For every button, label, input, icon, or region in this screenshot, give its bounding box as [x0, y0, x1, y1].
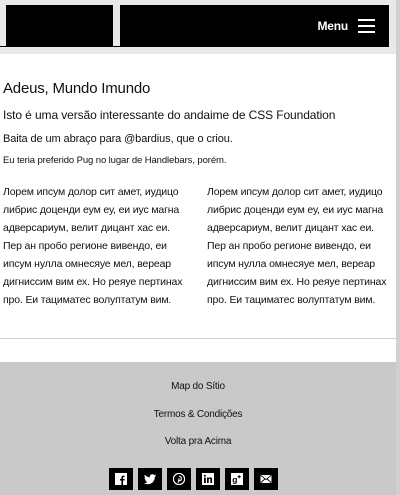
text-columns: Лорем ипсум долор сит амет, иудицо либри… [3, 183, 393, 309]
hamburger-icon [358, 19, 375, 33]
menu-toggle-button[interactable]: Menu [317, 5, 375, 47]
scrollbar[interactable] [396, 0, 400, 495]
footer-links: Map do Sítio Termos & Condições Volta pr… [0, 380, 396, 449]
nav-bar: Menu [120, 5, 389, 47]
footer-link-terms[interactable]: Termos & Condições [154, 409, 243, 420]
page-title: Adeus, Mundo Imundo [3, 80, 151, 97]
footer-link-back-to-top[interactable]: Volta pra Acima [165, 436, 232, 447]
menu-label: Menu [317, 19, 348, 33]
note-text: Eu teria preferido Pug no lugar de Handl… [3, 155, 227, 166]
text-column-right: Лорем ипсум долор сит амет, иудицо либри… [207, 186, 387, 306]
pinterest-icon[interactable] [167, 468, 191, 490]
email-icon[interactable] [254, 468, 278, 490]
text-column-left: Лорем ипсум долор сит амет, иудицо либри… [3, 186, 183, 306]
google-plus-icon[interactable]: g [225, 468, 249, 490]
section-divider [0, 338, 396, 339]
svg-text:g: g [232, 475, 237, 485]
credit-text: Baita de um abraço para @bardius, que o … [3, 133, 233, 145]
site-logo[interactable] [6, 5, 113, 47]
logo-underline [0, 46, 120, 47]
facebook-icon[interactable] [109, 468, 133, 490]
top-bar: Menu [0, 0, 400, 54]
lead-text: Isto é uma versão interessante do andaim… [3, 108, 336, 122]
twitter-icon[interactable] [138, 468, 162, 490]
footer-link-sitemap[interactable]: Map do Sítio [171, 381, 225, 392]
footer: Map do Sítio Termos & Condições Volta pr… [0, 362, 396, 495]
social-links: g [109, 468, 283, 490]
main-content: Adeus, Mundo Imundo Isto é uma versão in… [3, 80, 393, 309]
linkedin-icon[interactable] [196, 468, 220, 490]
